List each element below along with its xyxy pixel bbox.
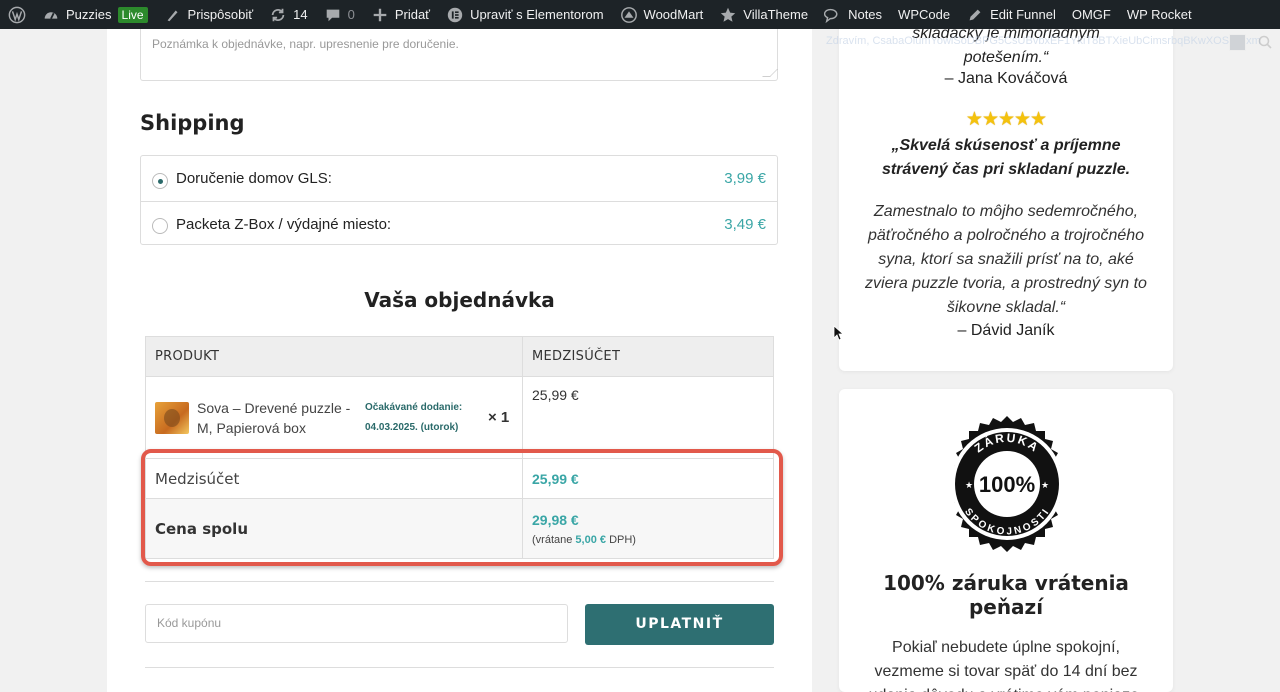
radio-unselected-icon[interactable] [152, 218, 168, 234]
mouse-cursor-icon [833, 325, 843, 341]
customize-label: Prispôsobiť [187, 7, 254, 22]
woodmart-menu[interactable]: WoodMart [612, 0, 712, 29]
new-content-menu[interactable]: Pridať [363, 0, 438, 29]
brush-icon [167, 10, 178, 21]
order-title: Vaša objednávka [364, 288, 555, 312]
subtotal-row: Medzisúčet 25,99 € [145, 458, 774, 499]
badge-center: 100% [979, 472, 1035, 497]
guarantee-card: 100% ZÁRUKA SPOKOJNOSTI ★ ★ 100% záruka … [839, 389, 1173, 692]
delivery-date: 04.03.2025. (utorok) [365, 421, 459, 433]
comments-menu[interactable]: 0 [316, 0, 363, 29]
updates-count: 14 [293, 7, 308, 22]
notes-menu[interactable]: Notes [816, 0, 890, 29]
customize-menu[interactable]: Prispôsobiť [156, 0, 262, 29]
shipping-option-price: 3,49 € [724, 215, 766, 233]
divider [145, 581, 774, 582]
wordpress-logo-icon[interactable] [0, 0, 34, 29]
notes-icon [824, 8, 838, 23]
shipping-option-packeta[interactable]: Packeta Z-Box / výdajné miesto: 3,49 € [141, 201, 777, 246]
guarantee-body: Pokiaľ nebudete úplne spokojní, vezmeme … [869, 639, 1144, 692]
svg-text:★: ★ [1041, 480, 1049, 490]
svg-text:★: ★ [965, 480, 973, 490]
omgf-menu[interactable]: OMGF [1064, 0, 1119, 29]
shipping-title: Shipping [140, 111, 245, 135]
guarantee-seal-icon: 100% ZÁRUKA SPOKOJNOSTI ★ ★ [951, 416, 1063, 552]
product-subtotal: 25,99 € [522, 376, 774, 459]
shipping-option-label: Packeta Z-Box / výdajné miesto: [176, 215, 392, 233]
wp-rocket-menu[interactable]: WP Rocket [1119, 0, 1200, 29]
star-rating-icon: ★★★★★ [965, 109, 1047, 130]
user-greeting[interactable]: Zdravím, CsabaOlumYowlSoDBPG5CsUBvbxEF1Y… [826, 35, 1261, 47]
villatheme-menu[interactable]: VillaTheme [711, 0, 816, 29]
elementor-label: Upraviť s Elementorom [470, 7, 604, 22]
divider [145, 667, 774, 668]
order-note-textarea[interactable]: Poznámka k objednávke, napr. upresnenie … [140, 29, 778, 81]
resize-handle-icon[interactable] [762, 69, 778, 77]
edit-funnel-label: Edit Funnel [990, 7, 1056, 22]
wpcode-label: WPCode [898, 7, 951, 22]
delivery-estimate: Očakávané dodanie: 04.03.2025. (utorok) [365, 398, 480, 438]
review2-author: – Dávid Janík [957, 322, 1055, 339]
wp-rocket-label: WP Rocket [1126, 7, 1192, 22]
admin-bar: Puzzies Live Prispôsobiť 14 0 Pridať Upr… [0, 0, 1280, 29]
elementor-menu[interactable]: Upraviť s Elementorom [438, 0, 611, 29]
subtotal-value: 25,99 € [532, 470, 579, 487]
updates-icon [271, 8, 285, 21]
checkout-column: Poznámka k objednávke, napr. upresnenie … [107, 29, 812, 692]
site-name: Puzzies [66, 7, 112, 22]
shipping-options: Doručenie domov GLS: 3,99 € Packeta Z-Bo… [140, 155, 778, 245]
new-content-label: Pridať [394, 7, 431, 22]
total-label: Cena spolu [145, 498, 523, 559]
tax-note: (vrátane 5,00 € DPH) [532, 534, 764, 546]
live-badge: Live [117, 6, 148, 23]
guarantee-title: 100% záruka vrátenia peňazí [883, 571, 1129, 619]
apply-coupon-button[interactable]: UPLATNIŤ [585, 604, 774, 645]
shipping-option-gls[interactable]: Doručenie domov GLS: 3,99 € [141, 156, 777, 201]
coupon-placeholder: Kód kupónu [157, 616, 222, 630]
dashboard-icon [44, 11, 58, 19]
subtotal-label: Medzisúčet [145, 458, 523, 499]
review1-author: – Jana Kováčová [944, 70, 1068, 87]
villatheme-label: VillaTheme [743, 7, 809, 22]
woodmart-icon [620, 6, 637, 23]
edit-funnel-menu[interactable]: Edit Funnel [958, 0, 1064, 29]
updates-menu[interactable]: 14 [261, 0, 315, 29]
tax-suffix: DPH) [609, 533, 636, 546]
elementor-icon [447, 7, 463, 22]
star-icon [721, 7, 736, 22]
total-value: 29,98 € [532, 511, 579, 528]
wpcode-menu[interactable]: WPCode [890, 0, 958, 29]
product-name: Sova – Drevené puzzle - M, Papierová box [197, 399, 351, 436]
plus-icon [373, 8, 387, 21]
comment-icon [326, 9, 339, 21]
product-thumbnail [155, 401, 189, 434]
site-menu[interactable]: Puzzies Live [34, 0, 156, 29]
shipping-option-price: 3,99 € [724, 170, 766, 187]
edit-icon [969, 9, 981, 20]
avatar[interactable] [1229, 34, 1246, 51]
reviews-card: skladácky je mimoriadnym potešením.“ – J… [839, 0, 1173, 371]
review2-body: Zamestnalo to môjho sedemročného, päťroč… [865, 203, 1147, 316]
search-icon[interactable] [1258, 35, 1272, 49]
tax-value: 5,00 € [575, 533, 607, 546]
total-row: Cena spolu 29,98 € (vrátane 5,00 € DPH) [145, 498, 774, 559]
woodmart-label: WoodMart [643, 7, 704, 22]
order-note-placeholder: Poznámka k objednávke, napr. upresnenie … [152, 37, 459, 51]
coupon-input[interactable]: Kód kupónu [145, 604, 568, 643]
col-header-product: PRODUKT [145, 336, 523, 377]
order-review-table: PRODUKT MEDZISÚČET Sova – Drevené puzzle… [145, 336, 774, 559]
delivery-label: Očakávané dodanie: [365, 401, 463, 413]
radio-selected-icon[interactable] [152, 172, 168, 189]
notes-label: Notes [848, 7, 883, 22]
product-cell: Sova – Drevené puzzle - M, Papierová box… [145, 376, 523, 459]
col-header-subtotal: MEDZISÚČET [522, 336, 774, 377]
omgf-label: OMGF [1071, 7, 1111, 22]
tax-prefix: (vrátane [532, 533, 573, 546]
table-row: Sova – Drevené puzzle - M, Papierová box… [145, 376, 774, 459]
product-quantity: × 1 [488, 409, 510, 426]
review2-title: „Skvelá skúsenosť a príjemne strávený ča… [881, 137, 1131, 178]
comments-count: 0 [347, 7, 355, 22]
shipping-option-label: Doručenie domov GLS: [176, 170, 332, 187]
